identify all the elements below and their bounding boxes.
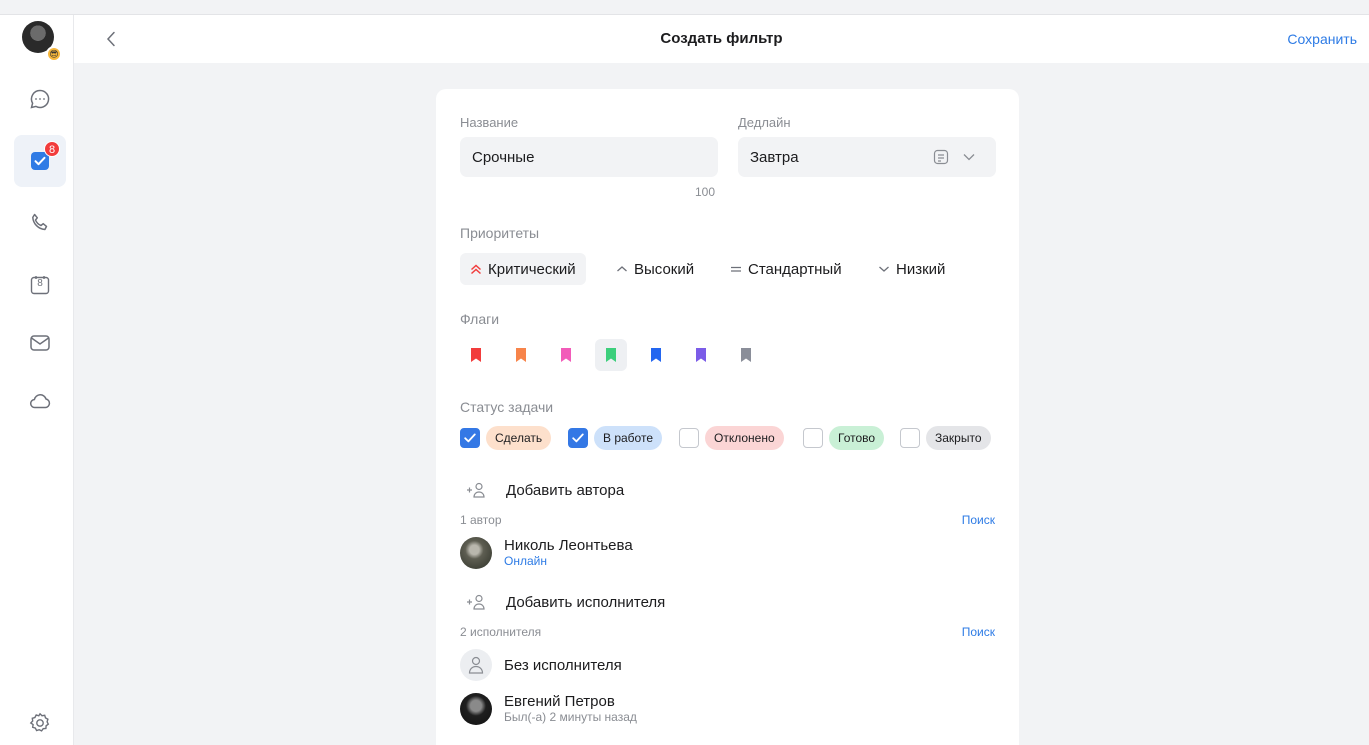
assignee-name: Евгений Петров bbox=[504, 693, 615, 710]
flag-option[interactable] bbox=[685, 339, 717, 371]
status-option[interactable]: Сделать bbox=[460, 426, 552, 450]
equals-icon bbox=[731, 266, 741, 272]
flag-option[interactable] bbox=[550, 339, 582, 371]
name-input-value: Срочные bbox=[472, 148, 535, 166]
assignees-count: 2 исполнителя bbox=[460, 625, 542, 639]
double-chevron-up-icon bbox=[471, 264, 481, 275]
chevron-up-icon bbox=[617, 266, 627, 272]
deadline-label: Дедлайн bbox=[738, 115, 791, 130]
sidebar-item-calls[interactable] bbox=[14, 197, 66, 249]
chevron-down-icon bbox=[963, 154, 975, 161]
author-status: Онлайн bbox=[504, 554, 547, 568]
name-label: Название bbox=[460, 115, 519, 130]
page-title: Создать фильтр bbox=[660, 30, 783, 47]
name-input[interactable]: Срочные bbox=[460, 137, 718, 177]
status-pill: В работе bbox=[594, 426, 663, 450]
add-author-button[interactable]: Добавить автора bbox=[466, 479, 624, 501]
bookmark-flag-icon bbox=[471, 348, 481, 362]
assignee-status: Был(-а) 2 минуты назад bbox=[504, 710, 637, 724]
add-author-label: Добавить автора bbox=[506, 481, 625, 499]
bookmark-flag-icon bbox=[696, 348, 706, 362]
bookmark-flag-icon bbox=[741, 348, 751, 362]
status-checkbox[interactable] bbox=[900, 428, 920, 448]
priorities-label: Приоритеты bbox=[460, 225, 540, 241]
priority-critical-label: Критический bbox=[488, 260, 576, 278]
save-button[interactable]: Сохранить bbox=[1287, 31, 1357, 47]
assignee-name: Без исполнителя bbox=[504, 656, 622, 674]
status-checkbox[interactable] bbox=[568, 428, 588, 448]
status-option[interactable]: Готово bbox=[803, 426, 885, 450]
flag-option[interactable] bbox=[460, 339, 492, 371]
add-assignee-label: Добавить исполнителя bbox=[506, 593, 666, 611]
authors-search-link[interactable]: Поиск bbox=[962, 513, 995, 527]
person-placeholder-icon bbox=[460, 649, 492, 681]
cloud-icon bbox=[29, 394, 51, 409]
status-pill: Отклонено bbox=[705, 426, 784, 450]
mail-icon bbox=[30, 335, 50, 351]
priority-critical[interactable]: Критический bbox=[460, 253, 586, 285]
add-assignee-button[interactable]: Добавить исполнителя bbox=[466, 591, 665, 613]
status-checkbox[interactable] bbox=[460, 428, 480, 448]
sidebar-item-cloud[interactable] bbox=[14, 375, 66, 427]
status-label: Статус задачи bbox=[460, 399, 554, 415]
bookmark-flag-icon bbox=[651, 348, 661, 362]
priority-standard-label: Стандартный bbox=[748, 260, 842, 278]
assignee-item[interactable]: Евгений Петров Был(-а) 2 минуты назад bbox=[460, 691, 637, 727]
priority-high[interactable]: Высокий bbox=[606, 253, 704, 285]
add-person-icon bbox=[466, 594, 506, 610]
calendar-picker-icon[interactable] bbox=[933, 149, 949, 165]
check-icon bbox=[572, 433, 584, 443]
author-name: Николь Леонтьева bbox=[504, 537, 633, 554]
phone-icon bbox=[32, 213, 48, 231]
authors-count: 1 автор bbox=[460, 513, 502, 527]
app-window: 😎 8 8 Создать фильтр Сохранить Название … bbox=[0, 14, 1369, 745]
status-option[interactable]: Отклонено bbox=[679, 426, 784, 450]
name-char-counter: 100 bbox=[695, 185, 716, 199]
sunglasses-emoji-icon: 😎 bbox=[46, 46, 62, 62]
status-option[interactable]: Закрыто bbox=[900, 426, 991, 450]
sidebar-item-settings[interactable] bbox=[14, 697, 66, 745]
chat-icon bbox=[30, 89, 50, 109]
status-pill: Закрыто bbox=[926, 426, 991, 450]
sidebar-item-tasks[interactable]: 8 bbox=[14, 135, 66, 187]
flag-option[interactable] bbox=[505, 339, 537, 371]
avatar bbox=[460, 537, 492, 569]
author-item[interactable]: Николь Леонтьева Онлайн bbox=[460, 535, 633, 571]
status-checkbox[interactable] bbox=[679, 428, 699, 448]
flag-option[interactable] bbox=[730, 339, 762, 371]
tasks-badge: 8 bbox=[44, 141, 60, 157]
bookmark-flag-icon bbox=[606, 348, 616, 362]
priority-low-label: Низкий bbox=[896, 260, 946, 278]
add-person-icon bbox=[466, 482, 506, 498]
flag-option[interactable] bbox=[595, 339, 627, 371]
filter-form: Название Срочные 100 Дедлайн Завтра Прио… bbox=[436, 89, 1019, 745]
deadline-value: Завтра bbox=[750, 148, 799, 166]
status-pill: Сделать bbox=[486, 426, 552, 450]
bookmark-flag-icon bbox=[516, 348, 526, 362]
check-icon bbox=[464, 433, 476, 443]
settings-icon bbox=[29, 712, 50, 732]
priority-low[interactable]: Низкий bbox=[868, 253, 955, 285]
status-checkbox[interactable] bbox=[803, 428, 823, 448]
calendar-day: 8 bbox=[37, 278, 43, 289]
priority-high-label: Высокий bbox=[634, 260, 695, 278]
bookmark-flag-icon bbox=[561, 348, 571, 362]
sidebar: 😎 8 8 bbox=[0, 15, 74, 745]
flag-option[interactable] bbox=[640, 339, 672, 371]
sidebar-item-calendar[interactable]: 8 bbox=[14, 259, 66, 311]
top-bar: Создать фильтр Сохранить bbox=[74, 15, 1369, 63]
deadline-select[interactable]: Завтра bbox=[738, 137, 996, 177]
chevron-down-icon bbox=[879, 266, 889, 272]
status-pill: Готово bbox=[829, 426, 885, 450]
sidebar-item-mail[interactable] bbox=[14, 317, 66, 369]
avatar bbox=[460, 693, 492, 725]
assignee-item[interactable]: Без исполнителя bbox=[460, 647, 622, 683]
flags-label: Флаги bbox=[460, 311, 500, 327]
priority-standard[interactable]: Стандартный bbox=[720, 253, 852, 285]
sidebar-item-chats[interactable] bbox=[14, 73, 66, 125]
assignees-search-link[interactable]: Поиск bbox=[962, 625, 995, 639]
status-option[interactable]: В работе bbox=[568, 426, 663, 450]
